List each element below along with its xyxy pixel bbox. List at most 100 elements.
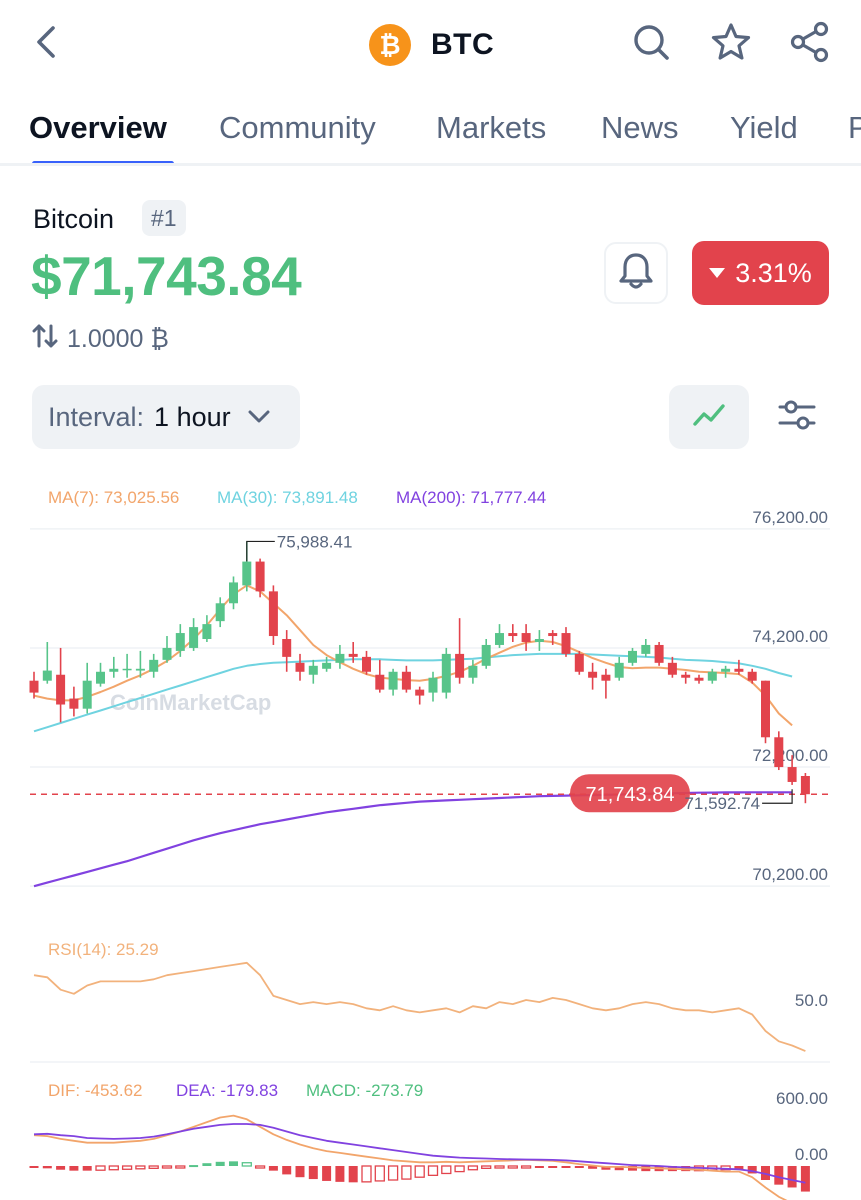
rsi-title: RSI(14): 25.29: [48, 940, 159, 959]
macd-histogram-bar: [95, 1165, 106, 1171]
candle-body: [229, 582, 238, 604]
rsi-y-tick-label: 50.0: [795, 991, 828, 1010]
candle-body: [694, 677, 704, 681]
macd-histogram-bar: [202, 1163, 212, 1166]
macd-histogram-bar: [148, 1165, 159, 1169]
back-button[interactable]: [26, 24, 66, 64]
price-chart[interactable]: 76,200.00 74,200.00 72,200.00 70,200.00 Coi…: [0, 470, 861, 1200]
candle-body: [441, 653, 451, 693]
macd-histogram-bar: [507, 1165, 518, 1169]
tab-partial[interactable]: P: [848, 110, 861, 146]
price-change-value: 3.31%: [735, 257, 812, 288]
candle-body: [641, 644, 651, 654]
tab-markets[interactable]: Markets: [436, 110, 546, 146]
rsi-line: [33, 961, 806, 1052]
active-tab-indicator: [32, 161, 174, 163]
candle-body: [69, 698, 79, 709]
candle-body: [56, 674, 66, 705]
candle-body: [774, 737, 784, 768]
tab-overview[interactable]: Overview: [29, 110, 167, 146]
chart-settings-button[interactable]: [772, 392, 822, 442]
candle-body: [415, 689, 425, 696]
candle-body: [667, 662, 677, 675]
candle-body: [401, 671, 411, 690]
candle-body: [362, 656, 371, 672]
candle-body: [521, 633, 531, 642]
candle-body: [561, 633, 571, 654]
btc-conversion[interactable]: 1.0000 ₿: [32, 323, 169, 356]
coin-title: ₿ BTC: [369, 24, 494, 66]
macd-histogram-bar: [241, 1162, 252, 1167]
macd-histogram-bar: [308, 1166, 318, 1180]
high-marker-line: [246, 540, 275, 562]
bell-icon: [617, 251, 655, 296]
candle-body: [707, 671, 717, 681]
candle-body: [189, 627, 199, 648]
candle-body: [681, 674, 691, 678]
ma-legend-item: MA(30): 73,891.48: [217, 488, 358, 507]
macd-y-tick-label: 600.00: [776, 1089, 828, 1108]
macd-histogram-bar: [29, 1166, 39, 1168]
candle-body: [162, 647, 172, 660]
candle-body: [628, 650, 637, 663]
candle-body: [335, 653, 345, 663]
tab-yield[interactable]: Yield: [730, 110, 798, 146]
macd-histogram-bar: [800, 1166, 810, 1192]
macd-histogram-bar: [42, 1166, 52, 1169]
tab-news[interactable]: News: [601, 110, 679, 146]
macd-histogram-bar: [548, 1166, 558, 1168]
coin-symbol: BTC: [431, 28, 495, 61]
star-icon: [710, 21, 752, 68]
candle-body: [215, 603, 225, 622]
interval-selector[interactable]: Interval: 1 hour: [32, 385, 300, 449]
coin-name: Bitcoin: [33, 204, 115, 234]
macd-histogram-bar: [374, 1165, 385, 1182]
price-alert-button[interactable]: [604, 242, 668, 304]
candle-body: [242, 561, 252, 586]
macd-histogram-bar: [481, 1165, 492, 1169]
candle-body: [135, 668, 145, 671]
candle-body: [601, 674, 611, 681]
candle-body: [747, 671, 757, 681]
macd-histogram-bar: [189, 1165, 199, 1168]
candle-body: [481, 644, 491, 666]
sliders-icon: [777, 398, 817, 437]
current-price: $71,743.84: [31, 245, 302, 307]
line-chart-toggle[interactable]: [669, 385, 749, 449]
macd-histogram-bar: [121, 1165, 133, 1170]
candle-body: [282, 639, 292, 657]
candle-body: [149, 659, 159, 672]
macd-histogram-bar: [467, 1165, 479, 1171]
macd-histogram-bar: [268, 1166, 278, 1171]
macd-histogram-bar: [82, 1166, 92, 1171]
macd-histogram-bar: [361, 1165, 372, 1183]
rank-badge: #1: [142, 200, 186, 236]
y-axis-tick-label: 70,200.00: [752, 865, 828, 884]
candle-body: [455, 653, 465, 678]
macd-legend-item: DEA: -179.83: [176, 1081, 278, 1100]
macd-histogram-bar: [427, 1165, 439, 1176]
rsi-panel: 50.0 RSI(14): 25.29: [30, 940, 830, 1063]
candle-body: [308, 665, 318, 675]
macd-histogram-bar: [387, 1165, 399, 1181]
bitcoin-logo-icon: ₿: [369, 24, 411, 66]
candle-body: [800, 775, 810, 795]
candle-body: [255, 561, 265, 592]
candle-body: [96, 671, 105, 684]
ma-legend: MA(7): 73,025.56 MA(30): 73,891.48 MA(200)…: [48, 488, 546, 507]
caret-down-icon: [709, 268, 726, 278]
macd-histogram-bar: [454, 1165, 465, 1173]
candle-body: [82, 680, 92, 709]
coinmarketcap-watermark: CoinMarketCap: [110, 690, 271, 715]
share-button[interactable]: [788, 21, 832, 66]
watchlist-star-button[interactable]: [709, 22, 753, 66]
tab-community[interactable]: Community: [219, 110, 376, 146]
macd-histogram-bar: [175, 1165, 186, 1169]
candle-body: [614, 662, 624, 678]
candle-body: [588, 671, 598, 678]
dif-line: [33, 1114, 788, 1200]
candle-body: [202, 624, 212, 640]
candle-body: [268, 591, 278, 637]
candle-body: [428, 677, 438, 693]
search-button[interactable]: [629, 22, 673, 66]
